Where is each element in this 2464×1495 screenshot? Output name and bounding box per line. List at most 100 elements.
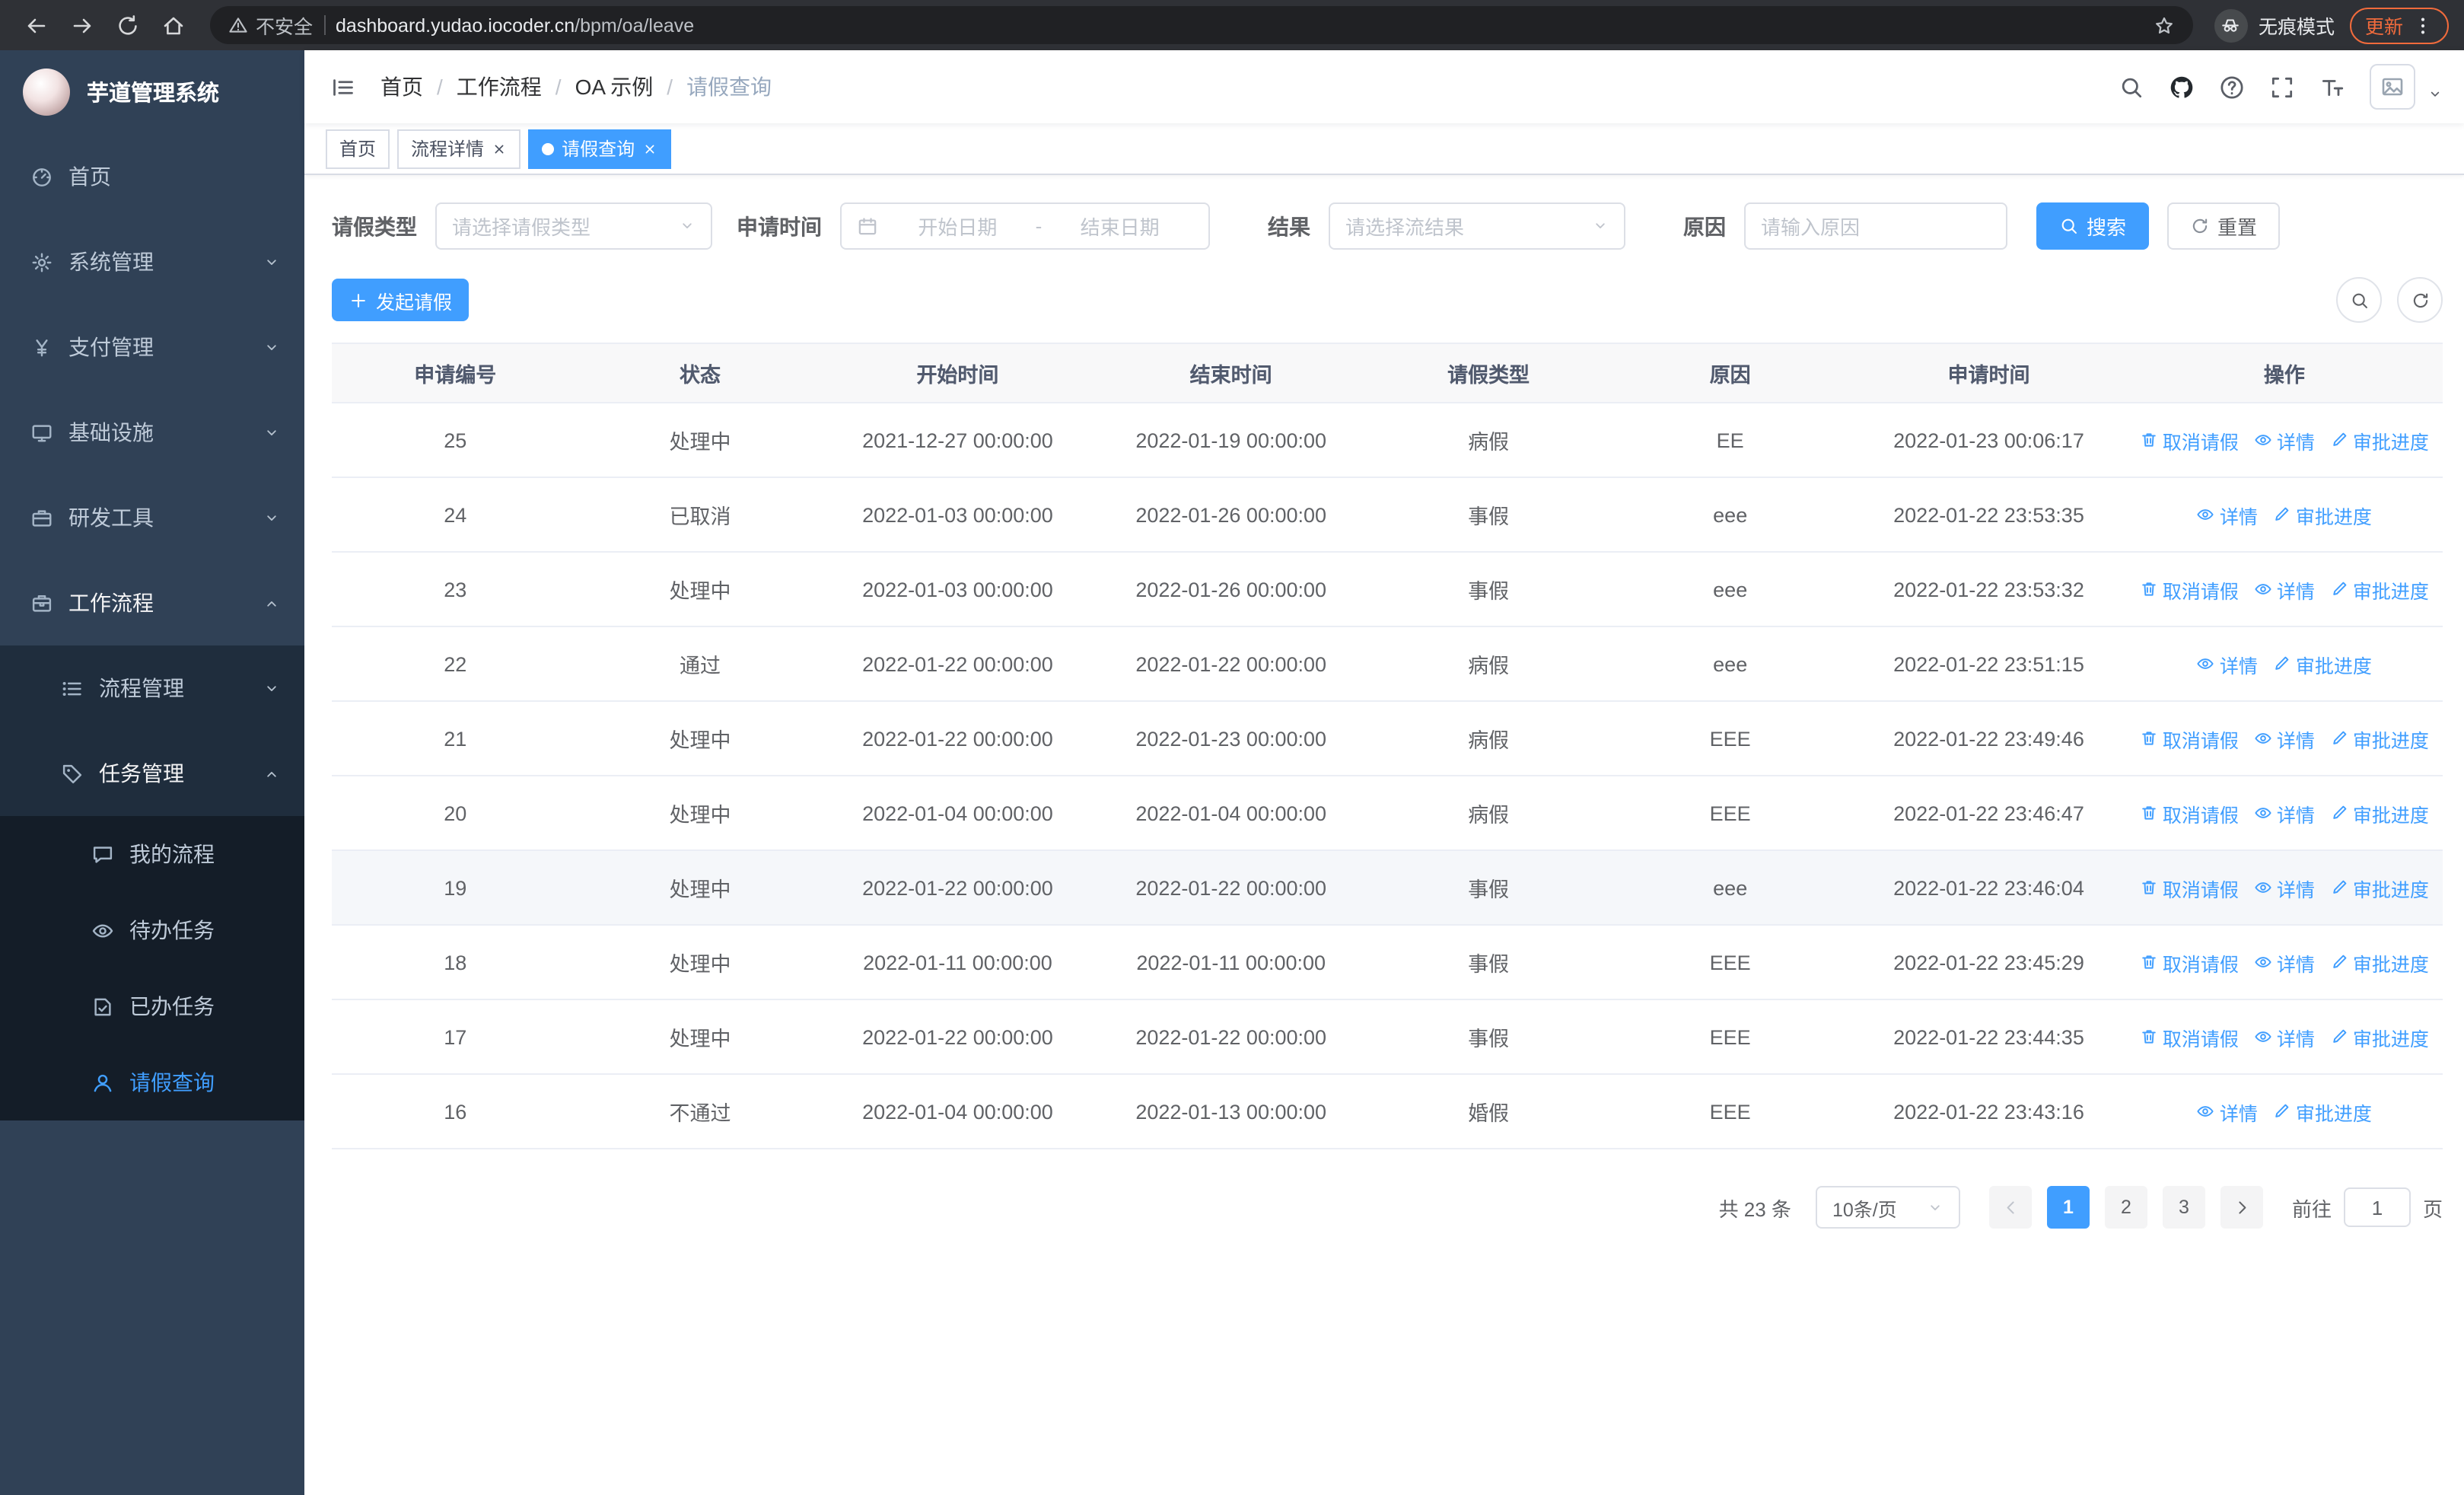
apply-time-range-picker[interactable]: 开始日期 - 结束日期 [840, 202, 1210, 250]
cancel-action-link[interactable]: 取消请假 [2140, 1022, 2239, 1051]
reset-button[interactable]: 重置 [2167, 202, 2281, 250]
breadcrumb-item[interactable]: 工作流程 [457, 72, 542, 102]
sidebar-item-process-mgmt[interactable]: 流程管理 [0, 645, 304, 731]
tab-leave-query[interactable]: 请假查询 [528, 129, 672, 168]
progress-action-link[interactable]: 审批进度 [2330, 1022, 2429, 1051]
cell-status: 处理中 [578, 925, 822, 1000]
sidebar-item-label: 待办任务 [129, 918, 215, 942]
edit-icon [2330, 580, 2348, 598]
detail-action-link[interactable]: 详情 [2197, 1097, 2258, 1126]
browser-menu-icon[interactable] [2412, 14, 2434, 36]
create-leave-button[interactable]: 发起请假 [332, 279, 470, 321]
toggle-search-button[interactable] [2336, 277, 2382, 323]
detail-action-link[interactable]: 详情 [2254, 873, 2315, 902]
bookmark-star-icon[interactable] [2154, 14, 2175, 36]
detail-action-link[interactable]: 详情 [2254, 1022, 2315, 1051]
sidebar-item-workflow[interactable]: 工作流程 [0, 560, 304, 645]
column-header-leave-type: 请假类型 [1367, 343, 1609, 403]
github-icon[interactable] [2169, 74, 2195, 100]
detail-action-link[interactable]: 详情 [2197, 649, 2258, 678]
sidebar-item-payment[interactable]: 支付管理 [0, 304, 304, 390]
goto-page-input[interactable] [2343, 1187, 2411, 1227]
next-page-button[interactable] [2220, 1186, 2263, 1229]
sidebar-item-devtools[interactable]: 研发工具 [0, 475, 304, 560]
cancel-action-link[interactable]: 取消请假 [2140, 724, 2239, 753]
page-button-2[interactable]: 2 [2104, 1186, 2147, 1229]
update-label[interactable]: 更新 [2365, 11, 2403, 40]
sidebar-item-system[interactable]: 系统管理 [0, 219, 304, 304]
help-icon[interactable] [2219, 74, 2245, 100]
browser-home-icon[interactable] [152, 4, 195, 46]
url-text[interactable]: dashboard.yudao.iocoder.cn/bpm/oa/leave [336, 14, 2143, 36]
detail-action-link[interactable]: 详情 [2254, 575, 2315, 604]
address-bar[interactable]: 不安全 dashboard.yudao.iocoder.cn/bpm/oa/le… [210, 6, 2193, 44]
search-button[interactable]: 搜索 [2036, 202, 2150, 250]
cancel-action-link[interactable]: 取消请假 [2140, 575, 2239, 604]
tab-process-detail[interactable]: 流程详情 [397, 129, 521, 168]
close-tab-icon[interactable] [492, 141, 507, 156]
page-size-select[interactable]: 10条/页 [1815, 1186, 1960, 1229]
security-warning[interactable]: 不安全 [228, 11, 313, 40]
fullscreen-icon[interactable] [2269, 74, 2295, 100]
close-tab-icon[interactable] [642, 141, 657, 156]
cell-reason: EEE [1609, 999, 1852, 1075]
cell-apply-time: 2022-01-22 23:43:16 [1851, 1074, 2126, 1149]
progress-action-link[interactable]: 审批进度 [2330, 724, 2429, 753]
page-button-1[interactable]: 1 [2046, 1186, 2090, 1229]
sidebar-item-infrastructure[interactable]: 基础设施 [0, 390, 304, 475]
cancel-action-link[interactable]: 取消请假 [2140, 873, 2239, 902]
breadcrumb-item[interactable]: 首页 [380, 72, 423, 102]
progress-action-link[interactable]: 审批进度 [2330, 799, 2429, 827]
detail-action-link[interactable]: 详情 [2197, 500, 2258, 529]
page-button-3[interactable]: 3 [2162, 1186, 2205, 1229]
sidebar-item-label: 任务管理 [99, 761, 184, 786]
tab-home[interactable]: 首页 [326, 129, 390, 168]
leave-type-select[interactable]: 请选择请假类型 [435, 202, 712, 250]
cell-actions: 详情 审批进度 [2125, 1074, 2443, 1149]
detail-action-link[interactable]: 详情 [2254, 426, 2315, 454]
chevron-down-icon [263, 509, 280, 526]
detail-action-link[interactable]: 详情 [2254, 799, 2315, 827]
prev-page-button[interactable] [1988, 1186, 2032, 1229]
browser-update-chip[interactable]: 更新 [2349, 7, 2449, 43]
progress-action-link[interactable]: 审批进度 [2273, 500, 2372, 529]
sidebar-item-home[interactable]: 首页 [0, 134, 304, 219]
breadcrumb-item[interactable]: OA 示例 [575, 72, 654, 102]
progress-action-link[interactable]: 审批进度 [2273, 649, 2372, 678]
font-size-icon[interactable] [2319, 74, 2345, 100]
sidebar-item-label: 首页 [68, 164, 111, 189]
progress-action-link[interactable]: 审批进度 [2330, 426, 2429, 454]
user-avatar[interactable] [2370, 64, 2415, 110]
cell-apply-time: 2022-01-22 23:46:47 [1851, 776, 2126, 851]
progress-action-link[interactable]: 审批进度 [2330, 575, 2429, 604]
detail-action-link[interactable]: 详情 [2254, 948, 2315, 977]
browser-forward-icon[interactable] [61, 4, 103, 46]
cell-end-time: 2022-01-13 00:00:00 [1094, 1074, 1368, 1149]
result-select[interactable]: 请选择流结果 [1329, 202, 1625, 250]
sidebar-item-todo-task[interactable]: 待办任务 [0, 892, 304, 968]
cancel-action-link[interactable]: 取消请假 [2140, 799, 2239, 827]
sidebar-item-done-task[interactable]: 已办任务 [0, 968, 304, 1044]
cell-id: 19 [332, 850, 579, 926]
progress-action-link[interactable]: 审批进度 [2273, 1097, 2372, 1126]
progress-action-link[interactable]: 审批进度 [2330, 873, 2429, 902]
cancel-action-link[interactable]: 取消请假 [2140, 948, 2239, 977]
list-icon [61, 677, 84, 700]
avatar-caret-icon[interactable] [2427, 87, 2443, 102]
chat-icon [91, 843, 114, 865]
progress-action-link[interactable]: 审批进度 [2330, 948, 2429, 977]
browser-back-icon[interactable] [15, 4, 58, 46]
plus-icon [349, 290, 368, 310]
sidebar-item-task-mgmt[interactable]: 任务管理 [0, 731, 304, 816]
refresh-icon [2410, 290, 2430, 310]
sidebar-item-leave-query[interactable]: 请假查询 [0, 1044, 304, 1120]
reason-input[interactable]: 请输入原因 [1744, 202, 2007, 250]
detail-action-link[interactable]: 详情 [2254, 724, 2315, 753]
header-search-icon[interactable] [2119, 74, 2144, 100]
sidebar-item-my-process[interactable]: 我的流程 [0, 816, 304, 892]
browser-reload-icon[interactable] [107, 4, 149, 46]
refresh-table-button[interactable] [2397, 277, 2443, 323]
cancel-action-link[interactable]: 取消请假 [2140, 426, 2239, 454]
sidebar-item-label: 我的流程 [129, 842, 215, 866]
sidebar-toggle-icon[interactable] [304, 50, 380, 123]
